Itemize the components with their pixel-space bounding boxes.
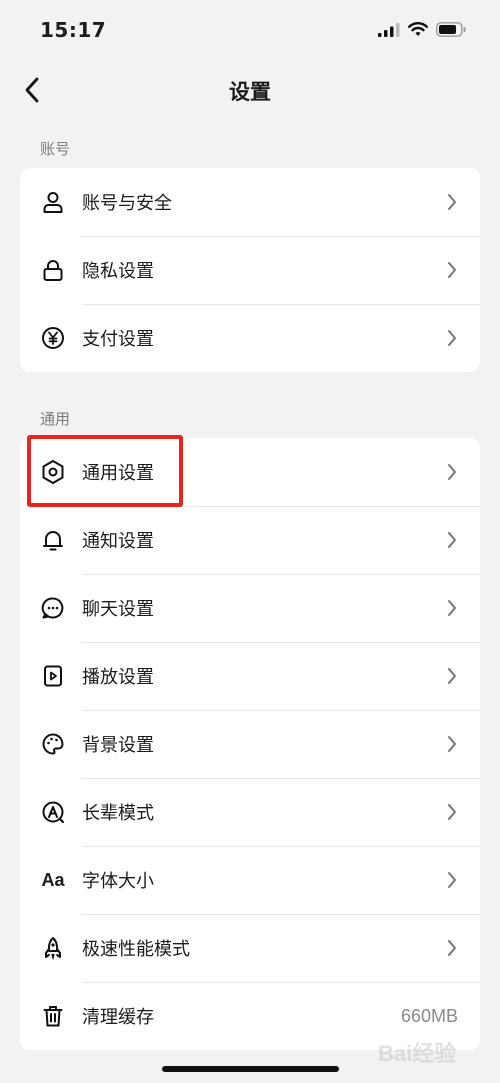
settings-item-label: 隐私设置 (82, 261, 154, 282)
chevron-right-icon (448, 330, 456, 346)
bell-icon (40, 527, 66, 553)
chat-bubble-icon (40, 595, 66, 621)
account-card: 账号与安全 隐私设置 支付设置 (20, 168, 480, 372)
settings-item-account-security[interactable]: 账号与安全 (20, 168, 480, 236)
status-time: 15:17 (40, 18, 107, 42)
settings-item-elder-mode[interactable]: 长辈模式 (20, 778, 480, 846)
watermark: Bai经验 (378, 1041, 457, 1066)
battery-icon (436, 22, 466, 37)
chevron-right-icon (448, 668, 456, 684)
person-icon (40, 189, 66, 215)
rocket-icon (40, 935, 66, 961)
settings-item-performance-mode[interactable]: 极速性能模式 (20, 914, 480, 982)
status-icons (378, 22, 466, 37)
chevron-right-icon (448, 194, 456, 210)
settings-item-label: 背景设置 (82, 735, 154, 756)
settings-item-label: 播放设置 (82, 667, 154, 688)
settings-item-chat[interactable]: 聊天设置 (20, 574, 480, 642)
chevron-right-icon (448, 804, 456, 820)
settings-item-label: 字体大小 (82, 871, 154, 892)
font-size-icon: Aa (41, 869, 65, 890)
settings-item-background[interactable]: 背景设置 (20, 710, 480, 778)
cache-size-value: 660MB (400, 1005, 458, 1026)
nav-bar: 设置 (0, 62, 500, 118)
settings-item-label: 账号与安全 (82, 193, 172, 214)
wifi-icon (408, 22, 428, 36)
play-file-icon (40, 663, 66, 689)
chevron-right-icon (448, 532, 456, 548)
status-bar: 15:17 (0, 0, 500, 62)
chevron-right-icon (448, 940, 456, 956)
chevron-right-icon (448, 600, 456, 616)
palette-icon (40, 731, 66, 757)
settings-item-label: 极速性能模式 (82, 939, 190, 960)
section-label-general: 通用 (40, 410, 71, 428)
settings-item-label: 聊天设置 (82, 599, 154, 620)
chevron-right-icon (448, 262, 456, 278)
settings-item-label: 通知设置 (82, 531, 154, 552)
chevron-right-icon (448, 464, 456, 480)
chevron-right-icon (448, 736, 456, 752)
settings-item-label: 长辈模式 (82, 803, 154, 824)
settings-item-privacy[interactable]: 隐私设置 (20, 236, 480, 304)
general-card: 通用设置 通知设置 聊天设置 播放设置 背景设置 长辈模式 Aa 字体大小 极速… (20, 438, 480, 1050)
home-indicator (162, 1066, 339, 1072)
section-label-account: 账号 (40, 140, 71, 158)
page-title: 设置 (229, 80, 271, 104)
settings-item-label: 清理缓存 (82, 1007, 154, 1028)
chevron-right-icon (448, 872, 456, 888)
settings-item-font-size[interactable]: Aa 字体大小 (20, 846, 480, 914)
cellular-signal-icon (378, 22, 400, 37)
lock-icon (40, 257, 66, 283)
trash-icon (40, 1003, 66, 1029)
elder-mode-icon (40, 799, 66, 825)
settings-item-label: 支付设置 (82, 329, 154, 350)
settings-item-playback[interactable]: 播放设置 (20, 642, 480, 710)
yen-icon (40, 325, 66, 351)
settings-item-notifications[interactable]: 通知设置 (20, 506, 480, 574)
settings-item-payment[interactable]: 支付设置 (20, 304, 480, 372)
highlight-annotation (27, 435, 183, 507)
